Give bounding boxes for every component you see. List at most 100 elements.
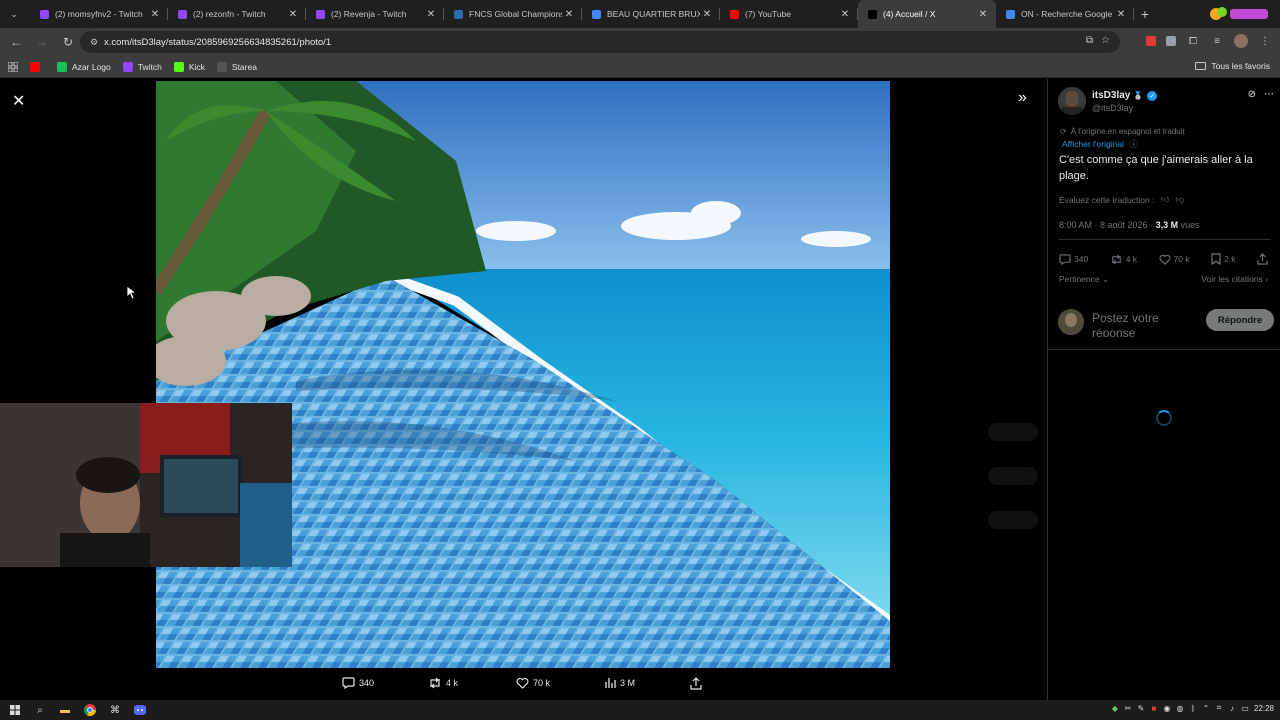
clock[interactable]: 22:28 xyxy=(1254,704,1274,713)
more-options-icon[interactable]: ⋯ xyxy=(1264,89,1274,100)
user-avatar[interactable] xyxy=(1058,309,1084,335)
tweet-stats-bar: 340 4 k 70 k 2 k xyxy=(1059,251,1271,267)
browser-tab[interactable]: BEAU QUARTIER BRUXELL✕ xyxy=(582,0,720,28)
apps-grid-icon[interactable] xyxy=(8,61,18,72)
author-avatar[interactable] xyxy=(1058,87,1086,115)
bookmark-item[interactable] xyxy=(30,61,45,72)
expand-sidebar-icon[interactable]: » xyxy=(1018,89,1027,107)
youtube-icon xyxy=(30,61,40,72)
close-tab-icon[interactable]: ✕ xyxy=(838,9,852,20)
browser-tab[interactable]: (2) momsyfnv2 - Twitch ✕ xyxy=(30,0,168,28)
bookmark-star-icon[interactable]: ☆ xyxy=(1101,35,1110,46)
photo-repost-button[interactable]: 4 k xyxy=(428,677,458,689)
tray-steam-icon[interactable]: ◍ xyxy=(1176,704,1184,713)
background-feed-ghost xyxy=(890,119,1048,599)
system-tray: ◆ ✂ ✎ ■ ◉ ◍ ᛒ ⌃ ⌗ ♪ ▭ 22:28 xyxy=(1111,703,1274,713)
windows-start-icon[interactable] xyxy=(5,700,25,720)
grok-icon[interactable]: ⊘ xyxy=(1248,89,1256,100)
all-bookmarks-button[interactable]: Tous les favoris xyxy=(1195,61,1270,71)
browser-menu-icon[interactable]: ⋮ xyxy=(1258,36,1272,47)
tray-scissors-icon[interactable]: ✂ xyxy=(1124,704,1132,713)
tray-chevron-icon[interactable]: ⌃ xyxy=(1202,704,1210,713)
browser-tab[interactable]: FNCS Global Championsh ✕ xyxy=(444,0,582,28)
quotes-label: Voir les citations xyxy=(1201,274,1263,284)
tweet-photo[interactable] xyxy=(156,81,890,668)
os-taskbar: ⌕ ▬ ⌘ ◆ ✂ ✎ ■ ◉ ◍ ᛒ ⌃ ⌗ ♪ ▭ 22:28 xyxy=(0,700,1280,720)
tweet-timestamp[interactable]: 8:00 AM · 8 août 2026 · 3,3 M vues xyxy=(1059,220,1200,230)
share-button[interactable] xyxy=(1257,253,1271,265)
bookmark-item[interactable]: Starea xyxy=(216,61,257,72)
reload-icon[interactable]: ↻ xyxy=(56,30,80,54)
search-icon[interactable]: ⌕ xyxy=(30,700,50,720)
starea-icon xyxy=(216,61,227,72)
thumbs-up-icon[interactable]: 👍︎ xyxy=(1160,194,1169,205)
discord-icon[interactable] xyxy=(130,700,150,720)
browser-tab[interactable]: (2) Revenja - Twitch ✕ xyxy=(306,0,444,28)
back-arrow-icon[interactable]: ← xyxy=(4,30,28,54)
tweet-text: C'est comme ça que j'aimerais aller à la… xyxy=(1059,154,1253,182)
bookmark-item[interactable]: Azar Logo xyxy=(57,61,111,72)
install-app-icon[interactable]: ⧉ xyxy=(1086,35,1093,46)
new-tab-button[interactable]: + xyxy=(1134,6,1156,22)
close-tab-icon[interactable]: ✕ xyxy=(700,9,714,20)
address-bar[interactable]: ⚙ x.com/itsD3lay/status/2085969256634835… xyxy=(80,31,1120,53)
terminal-icon[interactable]: ⌘ xyxy=(105,700,125,720)
tray-bluetooth-icon[interactable]: ᛒ xyxy=(1189,704,1197,713)
browser-tab[interactable]: (2) rezonfn - Twitch ✕ xyxy=(168,0,306,28)
close-tab-icon[interactable]: ✕ xyxy=(1114,9,1128,20)
show-original-link[interactable]: Afficher l'original ⓘ xyxy=(1062,138,1138,150)
close-tab-icon[interactable]: ✕ xyxy=(424,9,438,20)
info-icon[interactable]: ⓘ xyxy=(1129,139,1138,149)
tab-separator xyxy=(1133,8,1134,20)
extensions-puzzle-icon[interactable]: ⧠ xyxy=(1186,36,1200,47)
bookmark-button[interactable]: 2 k xyxy=(1211,253,1235,265)
tray-volume-icon[interactable]: ♪ xyxy=(1228,704,1236,713)
tray-battery-icon[interactable]: ▭ xyxy=(1241,704,1249,713)
forward-arrow-icon[interactable]: → xyxy=(30,30,54,54)
tray-green-icon[interactable]: ◆ xyxy=(1111,704,1119,713)
close-tab-icon[interactable]: ✕ xyxy=(148,9,162,20)
profile-avatar[interactable] xyxy=(1234,34,1248,48)
close-icon[interactable]: ✕ xyxy=(12,91,25,111)
reply-sort-dropdown[interactable]: Pertinence ⌄ xyxy=(1059,274,1109,285)
author-name[interactable]: itsD3lay 🥈 ✓ xyxy=(1092,90,1158,101)
youtube-icon xyxy=(730,9,739,19)
thumbs-down-icon[interactable]: 👎︎ xyxy=(1175,194,1184,205)
site-info-icon[interactable]: ⚙ xyxy=(84,37,104,48)
tray-red-icon[interactable]: ■ xyxy=(1150,704,1158,713)
reply-input[interactable]: Postez votre réponse xyxy=(1092,311,1202,337)
ghost-follow-button xyxy=(988,423,1038,441)
reply-submit-button[interactable]: Répondre xyxy=(1206,309,1274,331)
share-icon xyxy=(690,677,702,690)
tray-pen-icon[interactable]: ✎ xyxy=(1137,704,1145,713)
photo-like-button[interactable]: 70 k xyxy=(516,677,550,689)
reply-composer: Postez votre réponse Répondre xyxy=(1058,305,1274,341)
photo-reply-button[interactable]: 340 xyxy=(342,677,374,689)
view-quotes-link[interactable]: Voir les citations › xyxy=(1201,274,1268,284)
like-button[interactable]: 70 k xyxy=(1159,254,1190,265)
all-bookmarks-label: Tous les favoris xyxy=(1211,61,1270,71)
repost-button[interactable]: 4 k xyxy=(1110,254,1137,265)
extension-red-icon[interactable] xyxy=(1146,36,1156,46)
media-controls-icon[interactable]: ≡ xyxy=(1210,36,1224,47)
reply-button[interactable]: 340 xyxy=(1059,253,1088,265)
browser-tab[interactable]: (7) YouTube ✕ xyxy=(720,0,858,28)
close-tab-icon[interactable]: ✕ xyxy=(286,9,300,20)
url-text[interactable]: x.com/itsD3lay/status/208596925663483526… xyxy=(104,37,331,48)
chrome-icon[interactable] xyxy=(80,700,100,720)
file-explorer-icon[interactable]: ▬ xyxy=(55,700,75,720)
browser-tab[interactable]: (4) Accueil / X ✕ xyxy=(858,0,996,28)
close-tab-icon[interactable]: ✕ xyxy=(976,9,990,20)
bookmark-item[interactable]: Kick xyxy=(173,61,205,72)
tab-search-chevron-icon[interactable]: ⌄ xyxy=(4,4,24,24)
bookmark-item[interactable]: Twitch xyxy=(122,61,162,72)
author-handle[interactable]: @itsD3lay xyxy=(1092,103,1133,113)
photo-views-button[interactable]: 3 M xyxy=(604,677,635,689)
close-tab-icon[interactable]: ✕ xyxy=(562,9,576,20)
photo-share-button[interactable] xyxy=(690,677,706,690)
extension-grey-icon[interactable] xyxy=(1166,36,1176,46)
translate-icon: ⟳ xyxy=(1060,127,1067,136)
tray-network-icon[interactable]: ⌗ xyxy=(1215,703,1223,713)
browser-tab[interactable]: ON - Recherche Google ✕ xyxy=(996,0,1134,28)
tray-discord-icon[interactable]: ◉ xyxy=(1163,704,1171,713)
